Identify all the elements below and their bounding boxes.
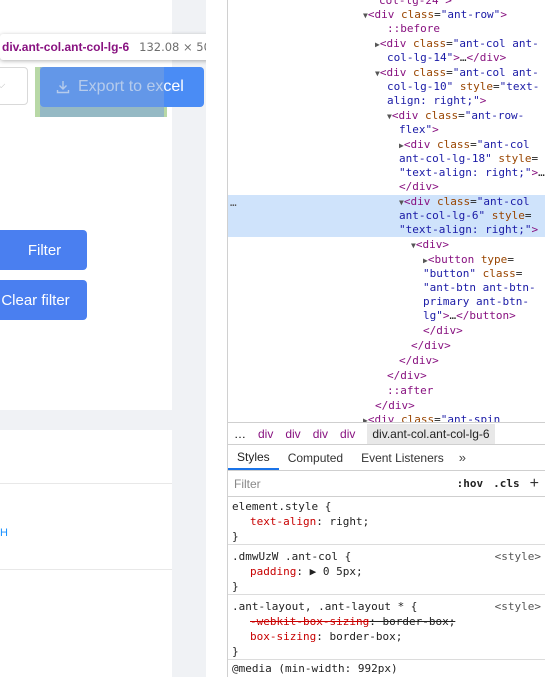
- css-rule-close: }: [232, 580, 239, 593]
- tooltip-element-name: div.ant-col.ant-col-lg-6: [2, 40, 130, 54]
- css-selector[interactable]: element.style {: [228, 499, 545, 514]
- dom-node-line[interactable]: align: right;">: [387, 94, 486, 108]
- breadcrumb-ellipsis[interactable]: …: [234, 427, 246, 441]
- dom-node-line[interactable]: ::before: [387, 22, 440, 36]
- css-property[interactable]: text-align: right;: [228, 514, 545, 529]
- results-card: [0, 430, 172, 677]
- css-rule[interactable]: element.style {text-align: right;}: [228, 499, 545, 545]
- css-selector[interactable]: @media (min-width: 992px): [228, 661, 545, 676]
- css-selector[interactable]: .ant-layout, .ant-layout * {<style>: [228, 599, 545, 614]
- breadcrumb-item[interactable]: div: [340, 427, 355, 441]
- css-source-link[interactable]: <style>: [495, 599, 541, 614]
- app-scrollbar[interactable]: [206, 0, 228, 677]
- css-source-link[interactable]: <style>: [495, 549, 541, 564]
- breadcrumb-item[interactable]: div: [313, 427, 328, 441]
- css-selector[interactable]: .dmwUzW .ant-col {<style>: [228, 549, 545, 564]
- dom-node-line[interactable]: ▼<div class="ant-col ant-: [375, 66, 539, 81]
- breadcrumb: … div div div div div.ant-col.ant-col-lg…: [228, 422, 545, 445]
- class-toggle[interactable]: .cls: [493, 477, 520, 490]
- css-rule-close: }: [232, 530, 239, 543]
- dom-node-line[interactable]: </div>: [375, 399, 415, 413]
- devtools-panel: … col-lg-24 > ▼<div class="ant-row">::bef…: [228, 0, 545, 677]
- tab-computed[interactable]: Computed: [279, 445, 352, 470]
- elements-tree[interactable]: … col-lg-24 > ▼<div class="ant-row">::bef…: [228, 0, 545, 422]
- css-rule-close: }: [232, 645, 239, 658]
- dom-node-line[interactable]: ▼<div class="ant-row-: [387, 109, 524, 124]
- divider: [0, 569, 172, 570]
- dom-node-line[interactable]: primary ant-btn-: [423, 295, 529, 309]
- tab-event-listeners[interactable]: Event Listeners: [352, 445, 453, 470]
- dom-node-line[interactable]: ::after: [387, 384, 433, 398]
- dom-node-line[interactable]: ant-col-lg-18" style=: [399, 152, 538, 166]
- styles-filter-bar: Filter :hov .cls +: [228, 471, 545, 497]
- dom-node-line[interactable]: "text-align: right;">: [399, 223, 538, 237]
- css-rule[interactable]: .dmwUzW .ant-col {<style> padding: ▶ 0 5p…: [228, 549, 545, 595]
- dom-node-line[interactable]: </div>: [399, 180, 439, 194]
- dom-node-line[interactable]: ▼<div class="ant-col: [399, 195, 530, 210]
- dom-node-line[interactable]: </div>: [411, 339, 451, 353]
- table-link[interactable]: H: [0, 527, 8, 539]
- css-property[interactable]: box-sizing: border-box;: [228, 629, 545, 644]
- dom-node-line[interactable]: ▼<div class="ant-row">: [363, 8, 507, 23]
- breadcrumb-item[interactable]: div: [258, 427, 273, 441]
- inspect-tooltip: div.ant-col.ant-col-lg-6 132.08 × 50: [0, 34, 206, 60]
- dom-node-line[interactable]: </div>: [387, 369, 427, 383]
- css-property[interactable]: padding: ▶ 0 5px;: [228, 564, 545, 579]
- dom-node-line[interactable]: "ant-btn ant-btn-: [423, 281, 536, 295]
- dom-node-line[interactable]: col-lg-24 >: [379, 0, 452, 8]
- dom-node-line[interactable]: "button" class=: [423, 267, 522, 281]
- dom-node-line[interactable]: ▶<button type=: [423, 253, 514, 268]
- dom-node-line[interactable]: col-lg-10" style="text-: [387, 80, 539, 94]
- breadcrumb-item[interactable]: div: [285, 427, 300, 441]
- content-highlight: [40, 67, 164, 117]
- select-dropdown[interactable]: ⌵: [0, 67, 28, 105]
- dom-node-line[interactable]: "text-align: right;">…: [399, 166, 545, 180]
- css-rule[interactable]: @media (min-width: 992px): [228, 661, 545, 676]
- chevron-down-icon: ⌵: [0, 78, 6, 91]
- dom-node-line[interactable]: flex">: [399, 123, 439, 137]
- dom-node-line[interactable]: ▼<div>: [411, 238, 449, 253]
- dom-node-line[interactable]: lg">…</button>: [423, 309, 516, 323]
- hover-state-toggle[interactable]: :hov: [457, 477, 484, 490]
- filter-button[interactable]: Filter: [0, 230, 87, 270]
- dom-node-line[interactable]: </div>: [423, 324, 463, 338]
- clear-filter-button[interactable]: Clear filter: [0, 280, 87, 320]
- filter-card: [0, 0, 172, 410]
- breadcrumb-item-active[interactable]: div.ant-col.ant-col-lg-6: [367, 423, 495, 444]
- dom-node-line[interactable]: col-lg-14">…</div>: [387, 51, 506, 65]
- styles-tabs: Styles Computed Event Listeners »: [228, 445, 545, 471]
- divider: [0, 483, 172, 484]
- dom-node-line[interactable]: </div>: [399, 354, 439, 368]
- new-rule-icon[interactable]: +: [530, 475, 539, 493]
- styles-pane: element.style {text-align: right;} .dmwUz…: [228, 497, 545, 677]
- css-rule[interactable]: .ant-layout, .ant-layout * {<style> -webk…: [228, 599, 545, 660]
- clear-filter-button-label: Clear filter: [1, 291, 70, 309]
- tooltip-element-size: 132.08 × 50: [139, 40, 206, 54]
- css-property[interactable]: -webkit-box-sizing: border-box;: [228, 614, 545, 629]
- styles-filter-input[interactable]: Filter: [228, 477, 457, 491]
- dom-node-line[interactable]: ▶<div class="ant-spin: [363, 413, 500, 422]
- filter-button-label: Filter: [27, 241, 62, 259]
- app-pane: ⌵ Export to excel div.ant-col.ant-col-lg…: [0, 0, 206, 677]
- dom-node-line[interactable]: ▶<div class="ant-col ant-: [375, 37, 539, 52]
- tab-styles[interactable]: Styles: [228, 445, 279, 470]
- node-options-icon[interactable]: …: [230, 196, 237, 209]
- dom-node-line[interactable]: ant-col-lg-6" style=: [399, 209, 531, 223]
- dom-node-line[interactable]: ▶<div class="ant-col: [399, 138, 530, 153]
- more-tabs-icon[interactable]: »: [453, 445, 472, 470]
